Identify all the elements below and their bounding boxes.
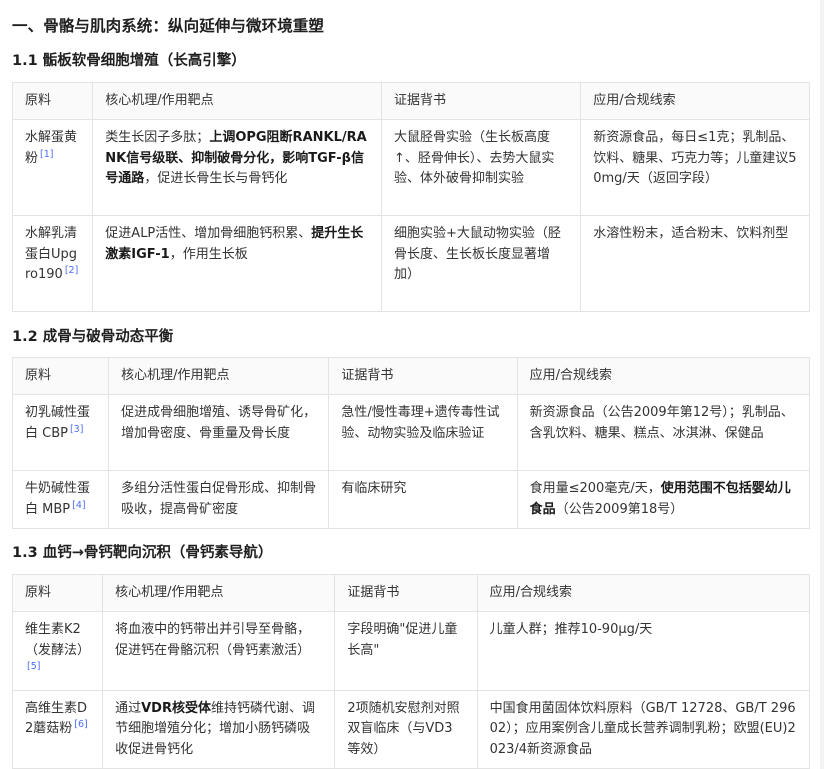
header-application: 应用/合规线索 (476, 574, 811, 612)
material-cell: 牛奶碱性蛋白 MBP [4] (11, 470, 110, 529)
application-text: 新资源食品，每日≤1克；乳制品、饮料、糖果、巧克力等；儿童建议50mg/天（返回… (593, 130, 797, 186)
material-cell: 水解乳清蛋白Upgro190 [2] (11, 215, 94, 312)
mechanism-text: ，作用生长板 (169, 246, 248, 262)
application-text: 儿童人群；推荐10-90μg/天 (489, 622, 653, 637)
material-cell: 初乳碱性蛋白 CBP [3] (11, 394, 110, 471)
evidence-cell: 2项随机安慰剂对照双盲临床（与VD3等效） (334, 689, 478, 769)
mechanism-cell: 多组分活性蛋白促骨形成、抑制骨吸收，提高骨矿密度 (108, 470, 330, 529)
citation-link[interactable]: [5] (27, 661, 40, 672)
header-application: 应用/合规线索 (516, 357, 811, 395)
mechanism-text: 将血液中的钙带出并引导至骨骼，促进钙在骨骼沉积（骨钙素激活） (115, 622, 311, 658)
material-name: 初乳碱性蛋白 CBP (25, 405, 91, 441)
evidence-cell: 急性/慢性毒理+遗传毒性试验、动物实验及临床验证 (328, 394, 518, 471)
table-header-row: 原料 核心机理/作用靶点 证据背书 应用/合规线索 (11, 574, 811, 612)
header-mechanism: 核心机理/作用靶点 (108, 357, 330, 395)
table-row: 水解乳清蛋白Upgro190 [2] 促进ALP活性、增加骨细胞钙积累、提升生长激… (11, 215, 810, 312)
mechanism-text: ，促进长骨生长与骨钙化 (144, 171, 288, 186)
evidence-cell: 字段明确"促进儿童长高" (334, 611, 478, 691)
mechanism-text: 促进成骨细胞增殖、诱导骨矿化，增加骨密度、骨重量及骨长度 (121, 405, 317, 441)
citation-link[interactable]: [4] (72, 500, 85, 511)
citation-link[interactable]: [1] (40, 149, 53, 160)
citation-link[interactable]: [2] (65, 265, 78, 276)
application-text: 新资源食品（公告2009年第12号）；乳制品、含乳饮料、糖果、糕点、冰淇淋、保健… (529, 405, 794, 441)
application-cell: 食用量≤200毫克/天，使用范围不包括婴幼儿食品（公告2009第18号） (516, 470, 811, 529)
material-name: 水解蛋黄粉 (25, 130, 78, 166)
header-material: 原料 (11, 357, 110, 395)
mechanism-cell: 促进成骨细胞增殖、诱导骨矿化，增加骨密度、骨重量及骨长度 (108, 394, 330, 471)
table-1-1: 原料 核心机理/作用靶点 证据背书 应用/合规线索 水解蛋黄粉 [1] 类生长因子… (11, 82, 810, 312)
application-cell: 中国食用菌固体饮料原料（GB/T 12728、GB/T 29602）；应用案例含… (476, 689, 811, 769)
mechanism-emphasis: VDR核受体 (141, 700, 211, 716)
table-header-row: 原料 核心机理/作用靶点 证据背书 应用/合规线索 (11, 357, 811, 395)
mechanism-cell: 促进ALP活性、增加骨细胞钙积累、提升生长激素IGF-1，作用生长板 (92, 215, 382, 312)
table-row: 高维生素D2蘑菇粉 [6] 通过VDR核受体维持钙磷代谢、调节细胞增殖分化；增加小… (11, 689, 811, 769)
application-cell: 新资源食品（公告2009年第12号）；乳制品、含乳饮料、糖果、糕点、冰淇淋、保健… (516, 394, 811, 471)
subsection-title: 1.1 骺板软骨细胞增殖（长高引擎） (12, 53, 246, 69)
citation-link[interactable]: [6] (74, 719, 87, 730)
mechanism-text: 促进ALP活性、增加骨细胞钙积累、 (105, 226, 312, 241)
application-text: 食用量≤200毫克/天， (529, 481, 661, 496)
header-mechanism: 核心机理/作用靶点 (92, 82, 382, 120)
mechanism-cell: 类生长因子多肽；上调OPG阻断RANKL/RANK信号级联、抑制破骨分化，影响T… (92, 119, 382, 216)
header-material: 原料 (11, 574, 104, 612)
mechanism-text: 多组分活性蛋白促骨形成、抑制骨吸收，提高骨矿密度 (121, 481, 317, 517)
header-application: 应用/合规线索 (580, 82, 810, 120)
section-title: 一、骨骼与肌肉系统：纵向延伸与微环境重塑 (12, 17, 325, 35)
table-row: 水解蛋黄粉 [1] 类生长因子多肽；上调OPG阻断RANKL/RANK信号级联、抑… (11, 119, 810, 216)
evidence-cell: 细胞实验+大鼠动物实验（胫骨长度、生长板长度显著增加） (380, 215, 582, 312)
application-cell: 儿童人群；推荐10-90μg/天 (476, 611, 811, 691)
mechanism-text: 通过 (115, 700, 142, 716)
subsection-title: 1.2 成骨与破骨动态平衡 (12, 329, 174, 345)
application-cell: 新资源食品，每日≤1克；乳制品、饮料、糖果、巧克力等；儿童建议50mg/天（返回… (580, 119, 810, 216)
application-cell: 水溶性粉末，适合粉末、饮料剂型 (580, 215, 810, 312)
table-row: 维生素K2（发酵法） [5] 将血液中的钙带出并引导至骨骼，促进钙在骨骼沉积（骨钙… (11, 611, 811, 691)
table-header-row: 原料 核心机理/作用靶点 证据背书 应用/合规线索 (11, 82, 810, 120)
evidence-cell: 大鼠胫骨实验（生长板高度↑、胫骨伸长）、去势大鼠实验、体外破骨抑制实验 (380, 119, 582, 216)
material-cell: 维生素K2（发酵法） [5] (11, 611, 104, 691)
table-1-3: 原料 核心机理/作用靶点 证据背书 应用/合规线索 维生素K2（发酵法） [5] … (11, 574, 811, 769)
material-name: 牛奶碱性蛋白 MBP (25, 481, 91, 517)
header-evidence: 证据背书 (328, 357, 518, 395)
application-text: 水溶性粉末，适合粉末、饮料剂型 (593, 226, 789, 241)
table-row: 初乳碱性蛋白 CBP [3] 促进成骨细胞增殖、诱导骨矿化，增加骨密度、骨重量及骨… (11, 394, 811, 471)
material-name: 维生素K2（发酵法） (25, 622, 91, 658)
scrollbar[interactable] (820, 0, 824, 769)
table-row: 牛奶碱性蛋白 MBP [4] 多组分活性蛋白促骨形成、抑制骨吸收，提高骨矿密度 有… (11, 470, 811, 529)
table-1-2: 原料 核心机理/作用靶点 证据背书 应用/合规线索 初乳碱性蛋白 CBP [3] … (11, 357, 811, 529)
subsection-title: 1.3 血钙→骨钙靶向沉积（骨钙素导航） (12, 545, 273, 561)
header-material: 原料 (11, 82, 94, 120)
material-cell: 水解蛋黄粉 [1] (11, 119, 94, 216)
citation-link[interactable]: [3] (70, 424, 83, 435)
header-evidence: 证据背书 (334, 574, 478, 612)
application-text: （公告2009第18号） (555, 501, 684, 517)
mechanism-text: 类生长因子多肽； (105, 130, 210, 145)
mechanism-cell: 将血液中的钙带出并引导至骨骼，促进钙在骨骼沉积（骨钙素激活） (102, 611, 336, 691)
application-text: 中国食用菌固体饮料原料（GB/T 12728、GB/T 29602）；应用案例含… (489, 700, 796, 757)
evidence-cell: 有临床研究 (328, 470, 518, 529)
header-evidence: 证据背书 (380, 82, 582, 120)
material-cell: 高维生素D2蘑菇粉 [6] (11, 689, 104, 769)
mechanism-cell: 通过VDR核受体维持钙磷代谢、调节细胞增殖分化；增加小肠钙磷吸收促进骨钙化 (102, 689, 336, 769)
header-mechanism: 核心机理/作用靶点 (102, 574, 336, 612)
